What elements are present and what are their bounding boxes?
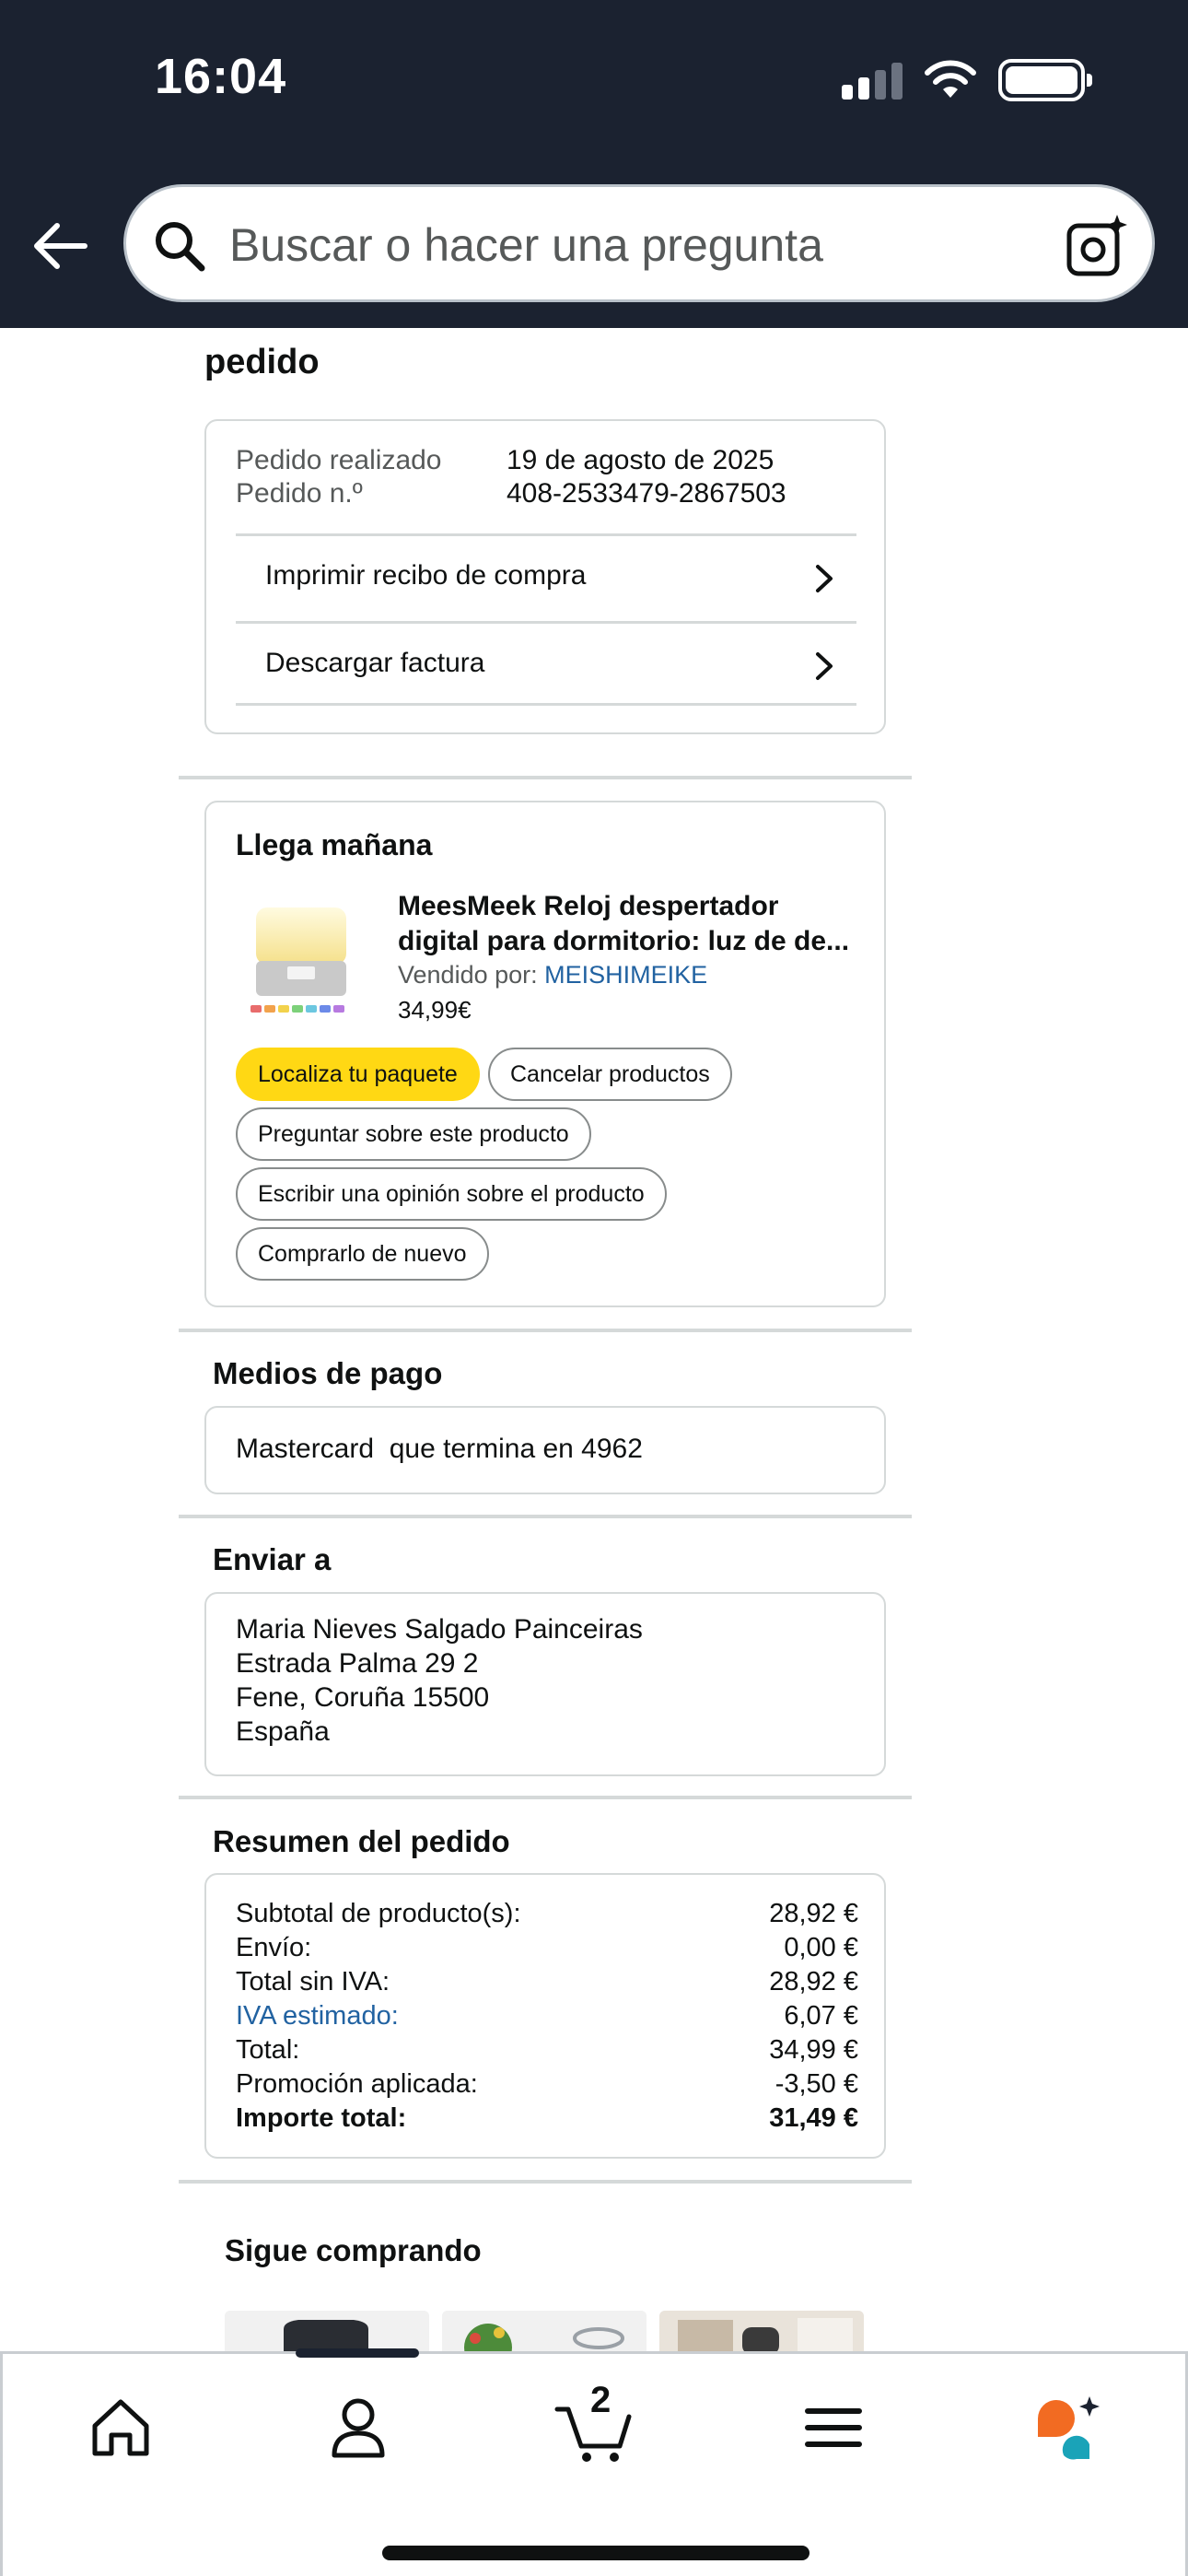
payment-heading: Medios de pago: [213, 1356, 443, 1390]
active-tab-indicator: [296, 2348, 419, 2358]
summary-row-estimated-vat: IVA estimado: 6,07 €: [236, 2001, 858, 2031]
ask-product-button[interactable]: Preguntar sobre este producto: [236, 1107, 591, 1161]
chevron-right-icon: [816, 652, 833, 680]
menu-icon[interactable]: [797, 2391, 870, 2465]
keep-shopping-heading: Sigue comprando: [225, 2233, 482, 2267]
section-divider: [179, 1515, 912, 1518]
rufus-assistant-icon[interactable]: [1032, 2391, 1106, 2465]
wifi-icon: [925, 60, 976, 98]
address-line: Estrada Palma 29 2: [236, 1648, 479, 1679]
shipment-card: Llega mañana MeesMeek Reloj despertador …: [204, 801, 886, 1307]
chevron-right-icon: [816, 565, 833, 592]
status-time: 16:04: [155, 49, 287, 104]
sold-by: Vendido por: MEISHIMEIKE: [398, 961, 707, 989]
order-details-heading: pedido: [204, 343, 320, 381]
order-number-label: Pedido n.º: [236, 478, 363, 509]
section-divider: [179, 1796, 912, 1799]
estimated-vat-link[interactable]: IVA estimado:: [236, 2001, 399, 2031]
plants-image: [442, 2311, 646, 2355]
ship-to-heading: Enviar a: [213, 1542, 332, 1576]
cart-button[interactable]: 2: [553, 2380, 636, 2465]
download-invoice-row[interactable]: Descargar factura: [236, 621, 856, 706]
search-icon: [156, 222, 205, 272]
address-line: España: [236, 1716, 330, 1747]
app-header: 16:04 Buscar o hacer una pregunta: [0, 0, 1188, 328]
section-divider: [179, 2180, 912, 2184]
cart-count: 2: [590, 2380, 611, 2420]
recommendation-thumbnail[interactable]: [659, 2311, 864, 2355]
seller-link[interactable]: MEISHIMEIKE: [544, 961, 707, 989]
section-divider: [179, 1329, 912, 1332]
back-arrow-icon[interactable]: [28, 214, 92, 278]
camera-lens-icon[interactable]: [1064, 213, 1130, 279]
delivery-status: Llega mañana: [236, 828, 433, 861]
product-price: 34,99€: [398, 996, 472, 1024]
order-summary-heading: Resumen del pedido: [213, 1824, 510, 1858]
product-photo-image: [659, 2311, 864, 2355]
search-bar[interactable]: Buscar o hacer una pregunta: [123, 184, 1155, 302]
sold-by-label: Vendido por:: [398, 961, 538, 989]
order-summary-card: Subtotal de producto(s): 28,92 € Envío: 0,…: [204, 1873, 886, 2159]
battery-icon: [998, 59, 1092, 101]
product-title[interactable]: MeesMeek Reloj despertador digital para …: [398, 889, 858, 959]
cancel-items-button[interactable]: Cancelar productos: [488, 1048, 732, 1101]
payment-method: Mastercard que termina en 4962: [236, 1434, 643, 1464]
order-number-value: 408-2533479-2867503: [507, 478, 786, 509]
summary-row-total: Total: 34,99 €: [236, 2035, 858, 2065]
download-invoice-label: Descargar factura: [265, 648, 485, 678]
write-review-button[interactable]: Escribir una opinión sobre el producto: [236, 1167, 667, 1221]
buy-again-button[interactable]: Comprarlo de nuevo: [236, 1227, 489, 1281]
account-icon[interactable]: [321, 2391, 395, 2465]
section-divider: [179, 776, 912, 779]
home-icon[interactable]: [84, 2391, 157, 2465]
order-date-value: 19 de agosto de 2025: [507, 445, 775, 475]
product-image[interactable]: [247, 895, 357, 1033]
payment-card: Mastercard que termina en 4962: [204, 1406, 886, 1494]
bottom-navigation: 2: [0, 2348, 1188, 2576]
track-package-button[interactable]: Localiza tu paquete: [236, 1048, 480, 1101]
search-input[interactable]: Buscar o hacer una pregunta: [229, 218, 823, 272]
shipping-address: Maria Nieves Salgado Painceiras Estrada …: [236, 1612, 643, 1749]
home-indicator: [382, 2546, 809, 2560]
summary-row-promotion: Promoción aplicada: -3,50 €: [236, 2069, 858, 2099]
address-line: Maria Nieves Salgado Painceiras: [236, 1614, 643, 1645]
summary-row-total-before-vat: Total sin IVA: 28,92 €: [236, 1967, 858, 1996]
order-date-label: Pedido realizado: [236, 445, 442, 475]
recommendation-thumbnail[interactable]: [442, 2311, 646, 2355]
summary-row-subtotal: Subtotal de producto(s): 28,92 €: [236, 1899, 858, 1928]
address-line: Fene, Coruña 15500: [236, 1682, 490, 1713]
summary-row-grand-total: Importe total: 31,49 €: [236, 2103, 858, 2133]
order-info-card: Pedido realizado 19 de agosto de 2025 Pe…: [204, 419, 886, 734]
address-card: Maria Nieves Salgado Painceiras Estrada …: [204, 1592, 886, 1776]
print-receipt-label: Imprimir recibo de compra: [265, 560, 587, 591]
cellular-signal-icon: [842, 61, 906, 100]
print-receipt-row[interactable]: Imprimir recibo de compra: [236, 533, 856, 618]
summary-row-shipping: Envío: 0,00 €: [236, 1933, 858, 1962]
